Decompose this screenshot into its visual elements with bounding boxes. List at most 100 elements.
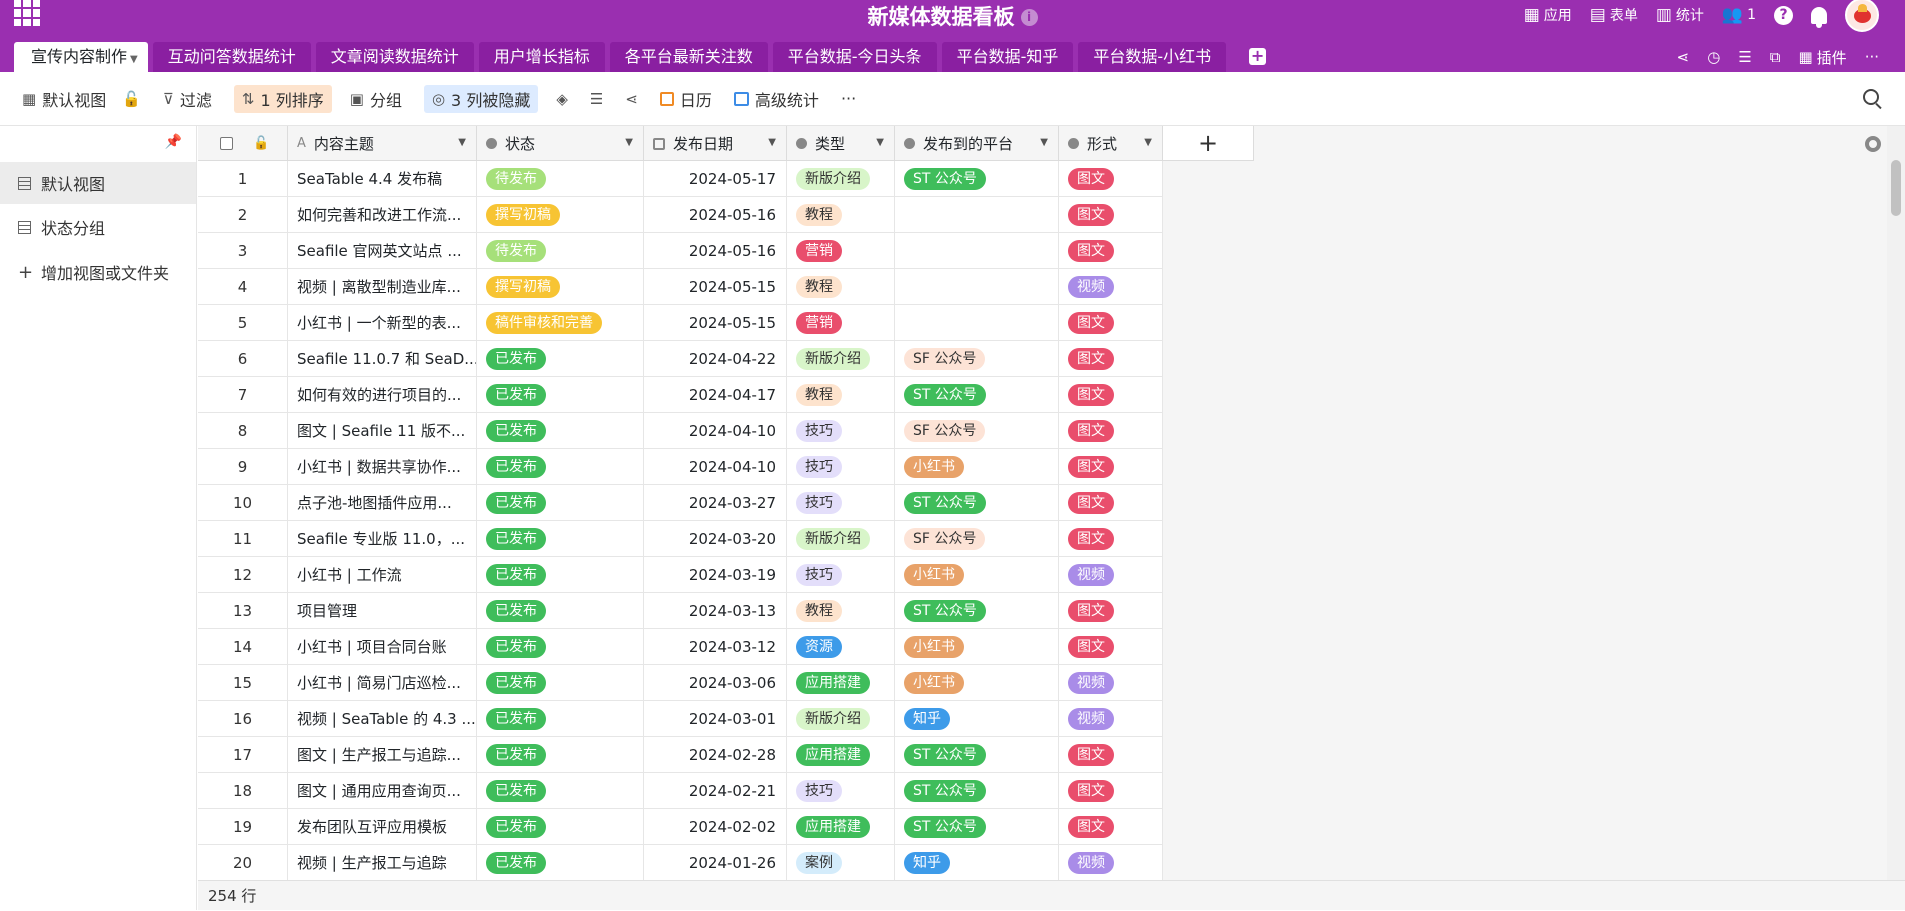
cell-form[interactable]: 视频 (1059, 269, 1163, 304)
row-number[interactable]: 12 (198, 557, 288, 592)
cell-platform[interactable]: SF 公众号 (895, 413, 1059, 448)
cell-date[interactable]: 2024-04-17 (644, 377, 787, 412)
scrollbar-thumb[interactable] (1891, 160, 1901, 216)
tab-互动问答数据统计[interactable]: 互动问答数据统计 (152, 42, 311, 72)
row-number[interactable]: 14 (198, 629, 288, 664)
cell-date[interactable]: 2024-05-17 (644, 161, 787, 196)
cell-date[interactable]: 2024-04-22 (644, 341, 787, 376)
cell-platform[interactable] (895, 233, 1059, 268)
cell-form[interactable]: 图文 (1059, 809, 1163, 844)
sort-button[interactable]: ⇅ 1 列排序 (233, 84, 332, 113)
tab-文章阅读数据统计[interactable]: 文章阅读数据统计 (315, 42, 474, 72)
cell-date[interactable]: 2024-04-10 (644, 413, 787, 448)
lock-icon[interactable]: 🔓 (122, 90, 141, 108)
cell-type[interactable]: 技巧 (787, 485, 895, 520)
table-row[interactable]: 17 图文 | 生产报工与追踪... 已发布 2024-02-28 应用搭建 ST 公众号… (198, 737, 1163, 773)
cell-platform[interactable]: ST 公众号 (895, 809, 1059, 844)
cell-platform[interactable]: 知乎 (895, 701, 1059, 736)
cell-content[interactable]: 发布团队互评应用模板 (288, 809, 477, 844)
table-row[interactable]: 5 小红书 | 一个新型的表... 稿件审核和完善 2024-05-15 营销 图文 (198, 305, 1163, 341)
column-header-type[interactable]: 类型 ▼ (787, 126, 895, 161)
cell-date[interactable]: 2024-05-16 (644, 197, 787, 232)
table-row[interactable]: 11 Seafile 专业版 11.0，... 已发布 2024-03-20 新版介绍 S… (198, 521, 1163, 557)
help-icon[interactable]: ? (1774, 5, 1793, 25)
cell-content[interactable]: 图文 | 通用应用查询页... (288, 773, 477, 808)
cell-date[interactable]: 2024-02-02 (644, 809, 787, 844)
cell-date[interactable]: 2024-04-10 (644, 449, 787, 484)
cell-content[interactable]: 图文 | 生产报工与追踪... (288, 737, 477, 772)
cell-form[interactable]: 图文 (1059, 233, 1163, 268)
cell-form[interactable]: 图文 (1059, 413, 1163, 448)
cell-date[interactable]: 2024-05-15 (644, 269, 787, 304)
table-row[interactable]: 9 小红书 | 数据共享协作... 已发布 2024-04-10 技巧 小红书 图文 (198, 449, 1163, 485)
cell-content[interactable]: Seafile 专业版 11.0，... (288, 521, 477, 556)
cell-platform[interactable] (895, 269, 1059, 304)
cell-type[interactable]: 技巧 (787, 557, 895, 592)
cell-platform[interactable]: ST 公众号 (895, 377, 1059, 412)
row-number[interactable]: 2 (198, 197, 288, 232)
cell-content[interactable]: 项目管理 (288, 593, 477, 628)
sidebar-item-默认视图[interactable]: 默认视图 (0, 162, 196, 204)
cell-content[interactable]: 点子池-地图插件应用... (288, 485, 477, 520)
cell-form[interactable]: 图文 (1059, 593, 1163, 628)
cell-form[interactable]: 图文 (1059, 197, 1163, 232)
column-header-date[interactable]: 发布日期 ▼ (644, 126, 787, 161)
cell-platform[interactable]: 小红书 (895, 665, 1059, 700)
table-row[interactable]: 2 如何完善和改进工作流... 撰写初稿 2024-05-16 教程 图文 (198, 197, 1163, 233)
row-number[interactable]: 8 (198, 413, 288, 448)
cell-content[interactable]: 小红书 | 工作流 (288, 557, 477, 592)
cell-date[interactable]: 2024-05-16 (644, 233, 787, 268)
cell-platform[interactable]: ST 公众号 (895, 161, 1059, 196)
user-avatar[interactable] (1845, 0, 1879, 32)
cell-content[interactable]: 小红书 | 简易门店巡检... (288, 665, 477, 700)
info-icon[interactable]: i (1020, 9, 1038, 26)
row-number[interactable]: 19 (198, 809, 288, 844)
group-button[interactable]: ▣ 分组 (350, 87, 402, 111)
cell-platform[interactable]: 小红书 (895, 449, 1059, 484)
sidebar-item-状态分组[interactable]: 状态分组 (0, 206, 196, 248)
table-row[interactable]: 6 Seafile 11.0.7 和 SeaD... 已发布 2024-04-22 新版… (198, 341, 1163, 377)
row-number[interactable]: 11 (198, 521, 288, 556)
cell-status[interactable]: 已发布 (477, 629, 644, 664)
cell-form[interactable]: 视频 (1059, 845, 1163, 880)
cell-status[interactable]: 已发布 (477, 377, 644, 412)
cell-content[interactable]: 如何完善和改进工作流... (288, 197, 477, 232)
tab-平台数据-今日头条[interactable]: 平台数据-今日头条 (772, 42, 937, 72)
table-row[interactable]: 15 小红书 | 简易门店巡检... 已发布 2024-03-06 应用搭建 小红书 视频 (198, 665, 1163, 701)
add-table-button[interactable]: + (1249, 48, 1267, 65)
cell-status[interactable]: 稿件审核和完善 (477, 305, 644, 340)
cell-status[interactable]: 已发布 (477, 593, 644, 628)
cell-type[interactable]: 技巧 (787, 413, 895, 448)
cell-form[interactable]: 视频 (1059, 557, 1163, 592)
tab-用户增长指标[interactable]: 用户增长指标 (478, 42, 605, 72)
cell-content[interactable]: 小红书 | 项目合同台账 (288, 629, 477, 664)
cell-type[interactable]: 教程 (787, 197, 895, 232)
cell-form[interactable]: 图文 (1059, 521, 1163, 556)
cell-date[interactable]: 2024-03-12 (644, 629, 787, 664)
cell-date[interactable]: 2024-01-26 (644, 845, 787, 880)
cell-status[interactable]: 已发布 (477, 845, 644, 880)
cell-date[interactable]: 2024-03-13 (644, 593, 787, 628)
cell-type[interactable]: 应用搭建 (787, 665, 895, 700)
table-row[interactable]: 13 项目管理 已发布 2024-03-13 教程 ST 公众号 图文 (198, 593, 1163, 629)
tab-各平台最新关注数[interactable]: 各平台最新关注数 (609, 42, 768, 72)
cell-platform[interactable]: ST 公众号 (895, 773, 1059, 808)
cell-content[interactable]: 如何有效的进行项目的... (288, 377, 477, 412)
table-row[interactable]: 1 SeaTable 4.4 发布稿 待发布 2024-05-17 新版介绍 ST 公众号… (198, 161, 1163, 197)
select-all-checkbox[interactable] (220, 137, 233, 150)
cell-form[interactable]: 图文 (1059, 737, 1163, 772)
cell-content[interactable]: Seafile 11.0.7 和 SeaD... (288, 341, 477, 376)
cell-content[interactable]: 视频 | SeaTable 的 4.3 ... (288, 701, 477, 736)
cell-status[interactable]: 已发布 (477, 809, 644, 844)
cell-content[interactable]: Seafile 官网英文站点 ... (288, 233, 477, 268)
cell-platform[interactable]: ST 公众号 (895, 593, 1059, 628)
chevron-down-icon[interactable]: ▼ (876, 137, 884, 148)
cell-content[interactable]: 图文 | Seafile 11 版不... (288, 413, 477, 448)
cell-type[interactable]: 应用搭建 (787, 737, 895, 772)
pin-icon[interactable]: 📌 (165, 134, 182, 150)
notification-bell-icon[interactable] (1811, 6, 1827, 28)
cell-status[interactable]: 已发布 (477, 773, 644, 808)
cell-content[interactable]: 视频 | 生产报工与追踪 (288, 845, 477, 880)
chevron-down-icon[interactable]: ▼ (130, 54, 138, 65)
cell-status[interactable]: 待发布 (477, 161, 644, 196)
